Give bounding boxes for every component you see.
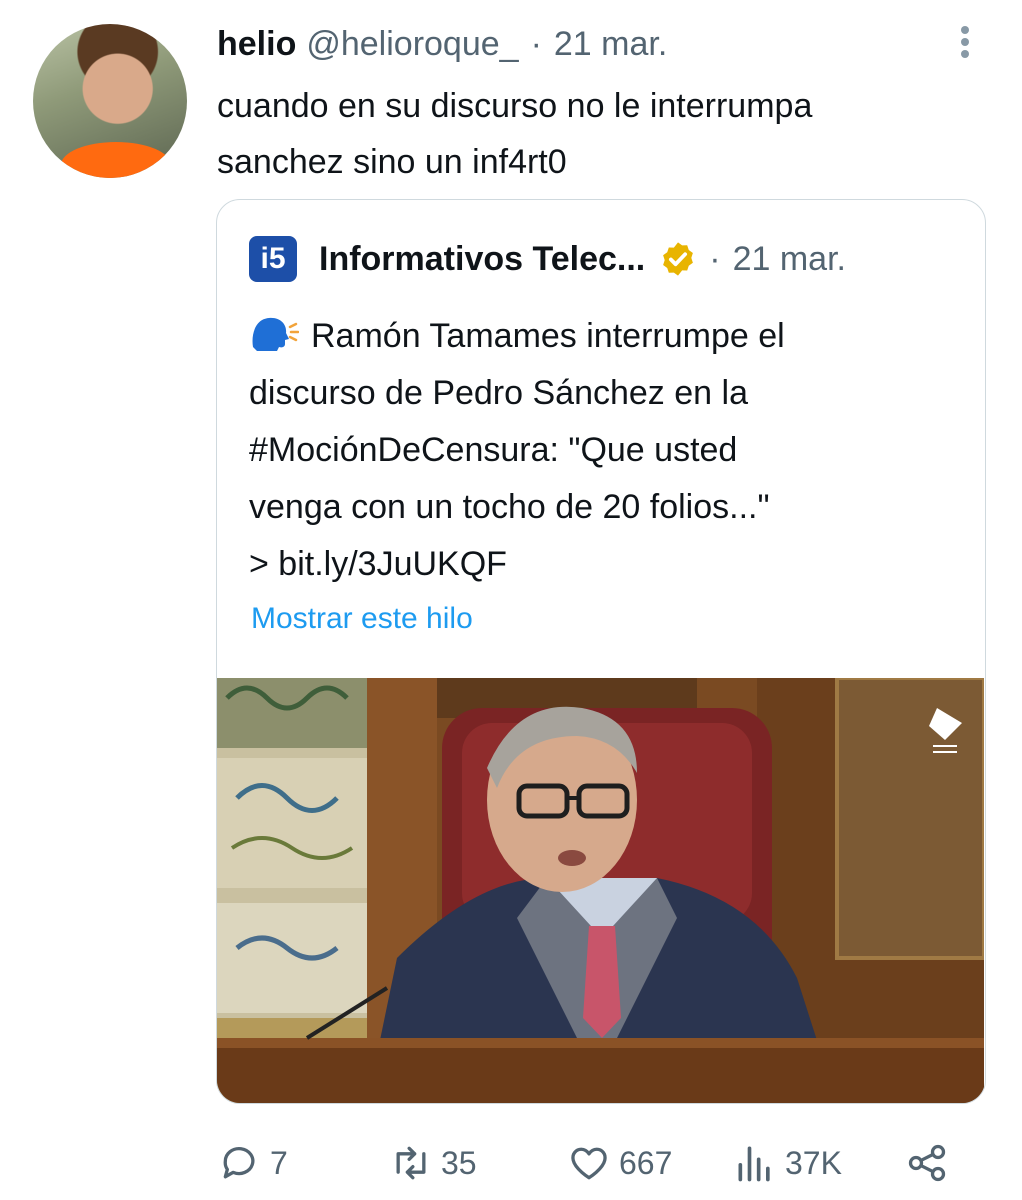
- like-count: 667: [619, 1144, 673, 1181]
- speaking-head-icon: [252, 317, 299, 351]
- tweet-header: helio @helioroque_ · 21 mar.: [217, 24, 667, 64]
- quoted-separator: ·: [709, 239, 721, 278]
- tweet-text: cuando en su discurso no le interrumpa s…: [217, 87, 813, 181]
- quoted-date[interactable]: 21 mar.: [733, 240, 846, 279]
- quoted-text: Ramón Tamames interrumpe el discurso de …: [249, 317, 785, 583]
- heart-icon: [571, 1147, 607, 1180]
- quoted-author-name[interactable]: Informativos Telec...: [319, 240, 645, 279]
- reply-icon: [223, 1146, 255, 1179]
- views-bar-chart-icon: [738, 1146, 770, 1182]
- quoted-text-block: Ramón Tamames interrumpe el discurso de …: [249, 308, 969, 593]
- quoted-photo[interactable]: [217, 678, 984, 1103]
- quoted-tweet[interactable]: i5 Informativos Telec... · 21 mar. Ramón…: [216, 199, 986, 1104]
- retweet-button[interactable]: 35: [389, 1138, 477, 1188]
- author-avatar[interactable]: [33, 24, 187, 178]
- author-handle[interactable]: @helioroque_: [306, 25, 518, 64]
- author-name[interactable]: helio: [217, 25, 296, 64]
- share-button[interactable]: [905, 1138, 957, 1188]
- like-button[interactable]: 667: [567, 1138, 672, 1188]
- reply-button[interactable]: 7: [218, 1138, 288, 1188]
- more-options-icon[interactable]: [955, 22, 975, 62]
- reply-count: 7: [270, 1144, 288, 1181]
- header-separator: ·: [530, 24, 542, 63]
- tweet-date[interactable]: 21 mar.: [554, 25, 667, 64]
- show-thread-link[interactable]: Mostrar este hilo: [251, 602, 473, 636]
- quoted-author-logo[interactable]: i5: [249, 236, 297, 282]
- action-bar: 7 35 667 37K: [0, 1138, 1022, 1188]
- views-count: 37K: [785, 1144, 842, 1181]
- views-button[interactable]: 37K: [733, 1138, 842, 1188]
- avatar-shirt: [61, 142, 171, 178]
- share-icon: [908, 1144, 946, 1182]
- quoted-header: i5 Informativos Telec... · 21 mar.: [249, 236, 846, 282]
- retweet-icon: [396, 1146, 426, 1180]
- retweet-count: 35: [441, 1144, 477, 1181]
- verified-badge-icon: [663, 242, 694, 276]
